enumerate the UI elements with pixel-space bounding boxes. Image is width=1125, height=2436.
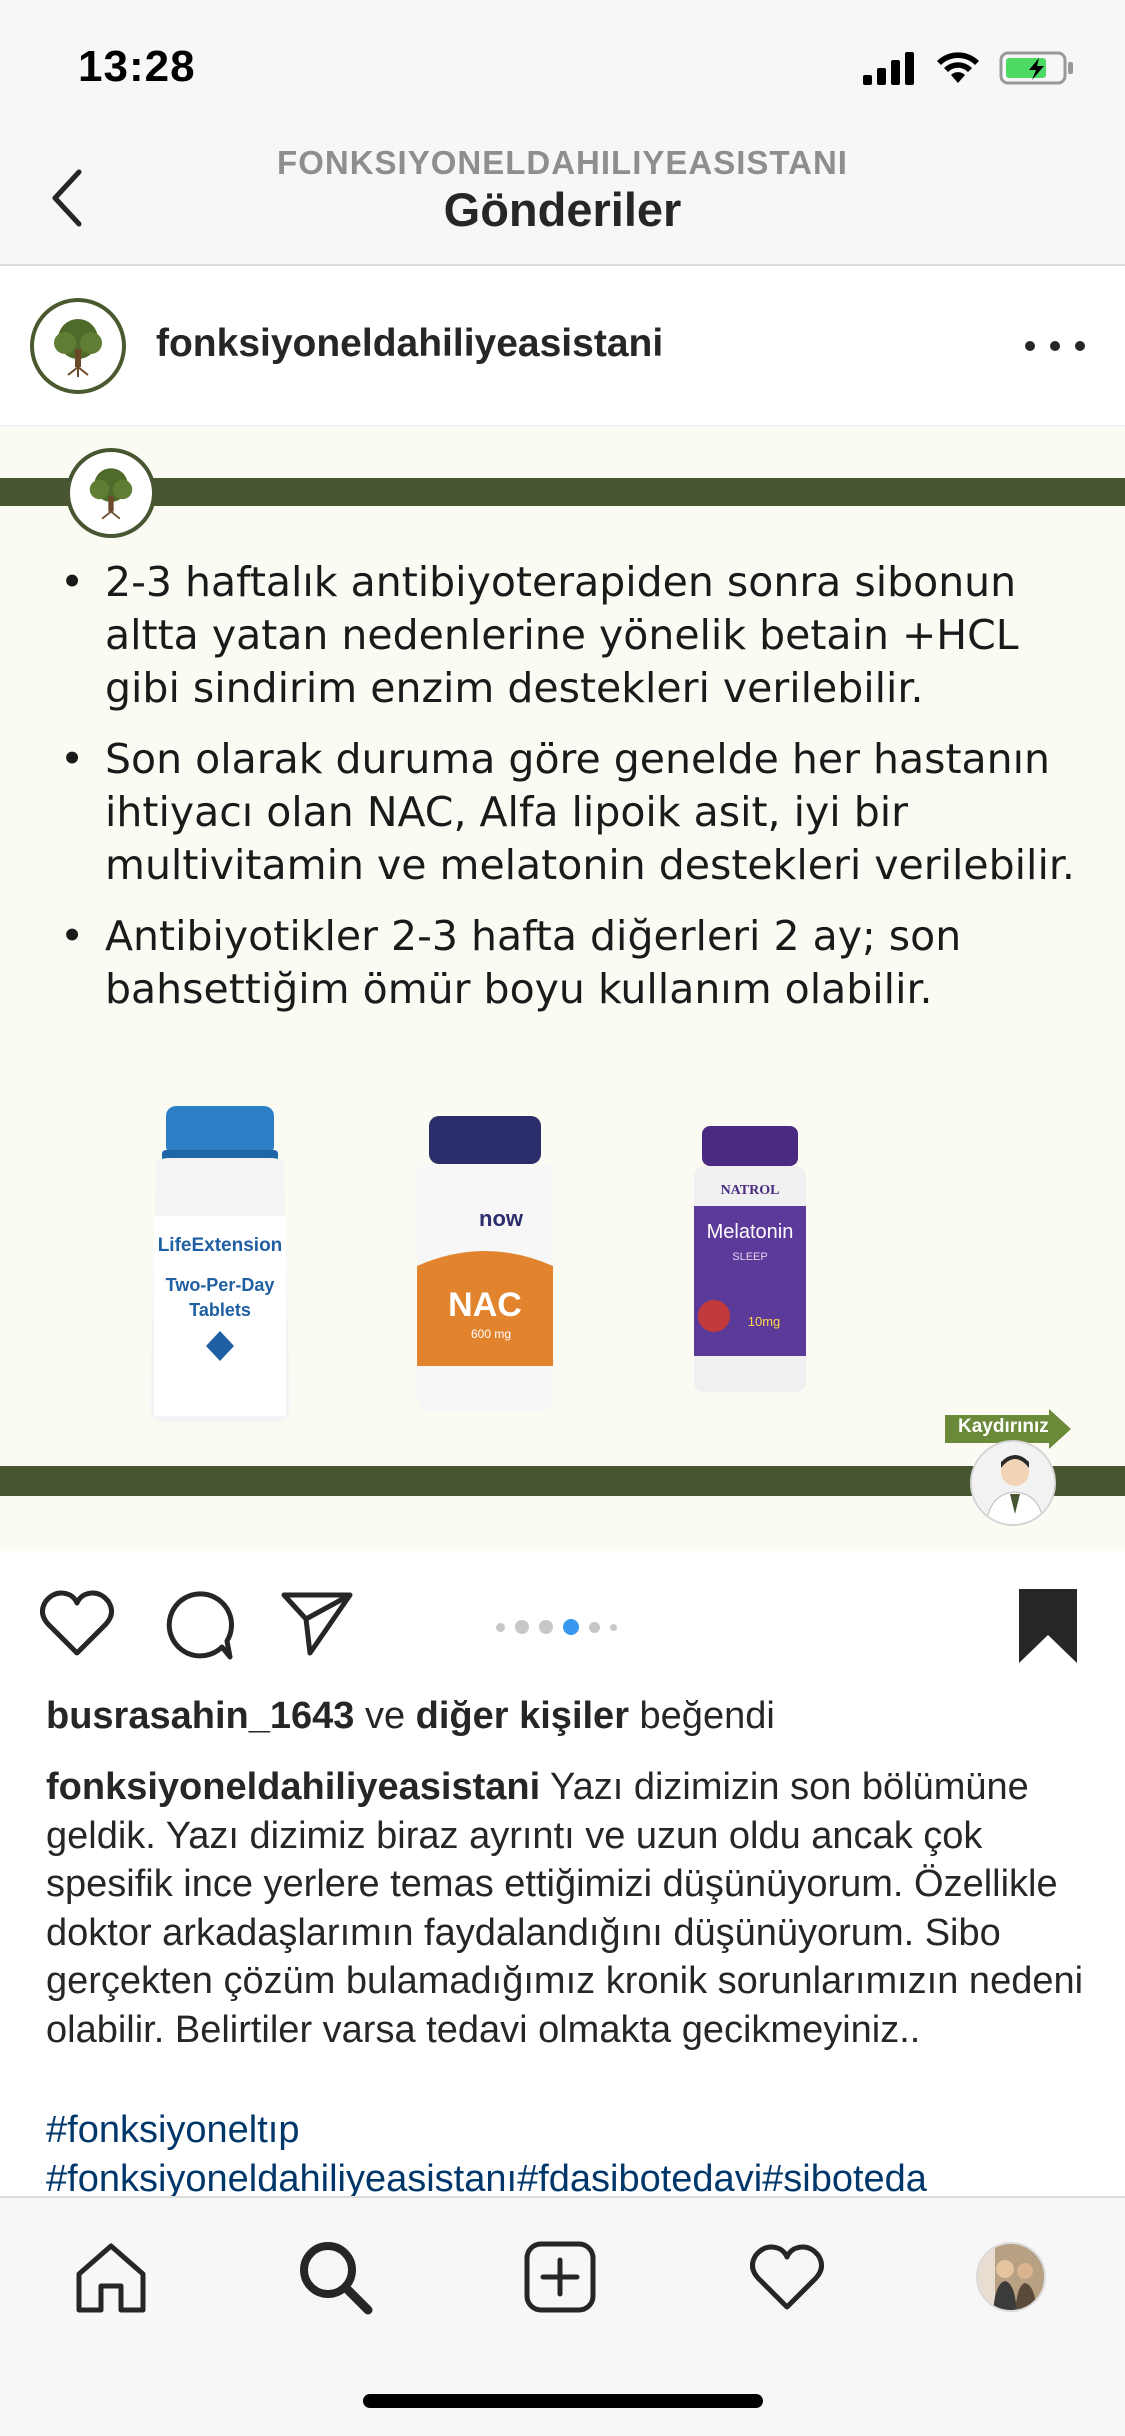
caption-username[interactable]: fonksiyoneldahiliyeasistani <box>46 1766 540 1808</box>
battery-icon <box>999 51 1073 85</box>
bottle-brand-text: NATROL <box>721 1183 780 1198</box>
likes-others-link[interactable]: diğer kişiler <box>416 1695 629 1737</box>
comment-bubble-icon[interactable] <box>162 1589 234 1661</box>
hashtag-link[interactable]: #fonksiyoneltıp <box>46 2106 1125 2155</box>
post-username[interactable]: fonksiyoneldahiliyeasistani <box>156 322 663 366</box>
likes-line[interactable]: busrasahin_1643 ve diğer kişiler beğendi <box>46 1695 775 1738</box>
carousel-dot <box>610 1623 617 1631</box>
profile-avatar <box>976 2242 1046 2312</box>
caption-text: Yazı dizimizin son bölümüne geldik. Yazı… <box>46 1766 1084 2051</box>
slide-bullet-list: 2-3 haftalık antibiyoterapiden sonra sib… <box>60 556 1080 1034</box>
liker-username[interactable]: busrasahin_1643 <box>46 1695 354 1737</box>
slide-bullet: Son olarak duruma göre genelde her hasta… <box>60 733 1080 892</box>
bookmark-icon[interactable] <box>1015 1587 1081 1665</box>
signal-icon <box>863 52 914 85</box>
wifi-icon <box>937 52 979 83</box>
likes-connector: ve <box>354 1695 416 1737</box>
tab-profile[interactable] <box>966 2232 1056 2322</box>
carousel-dot <box>539 1620 553 1634</box>
carousel-dot <box>496 1622 505 1632</box>
new-post-icon <box>524 2241 596 2313</box>
share-send-icon[interactable] <box>280 1589 354 1657</box>
swipe-label: Kaydırınız <box>958 1416 1049 1437</box>
tab-home[interactable] <box>66 2232 156 2322</box>
carousel-indicator <box>496 1619 617 1635</box>
carousel-dot <box>515 1620 529 1634</box>
activity-heart-icon <box>750 2244 824 2310</box>
status-bar: 13:28 <box>0 0 1125 132</box>
like-heart-icon[interactable] <box>40 1589 114 1657</box>
bottle-dose-text: 600 mg <box>471 1327 511 1341</box>
bottle-brand-text: now <box>479 1206 524 1231</box>
post-caption: fonksiyoneldahiliyeasistani Yazı dizimiz… <box>46 1763 1086 2054</box>
lifeextension-bottle-image: LifeExtension Two-Per-Day Tablets <box>150 1106 290 1422</box>
action-bar <box>0 1551 1125 1697</box>
more-options-icon[interactable] <box>1025 326 1085 366</box>
post-header: fonksiyoneldahiliyeasistani <box>0 266 1125 426</box>
slide-band-top <box>0 478 1125 506</box>
bottle-name-text: Melatonin <box>707 1221 794 1243</box>
bottle-brand-text: LifeExtension <box>158 1235 283 1256</box>
tab-search[interactable] <box>290 2232 380 2322</box>
nav-header: FONKSIYONELDAHILIYEASISTANI Gönderiler <box>0 132 1125 266</box>
slide-bullet: 2-3 haftalık antibiyoterapiden sonra sib… <box>60 556 1080 715</box>
tree-logo-icon <box>89 468 133 520</box>
bottle-dose-text: 10mg <box>748 1314 781 1329</box>
home-icon <box>76 2243 146 2313</box>
dot <box>1025 341 1035 351</box>
page-title: Gönderiler <box>443 183 682 236</box>
bottle-name-text: NAC <box>448 1286 522 1324</box>
svg-text:Two-Per-Day: Two-Per-Day <box>166 1275 275 1295</box>
post-author-avatar[interactable] <box>30 298 126 394</box>
search-icon <box>300 2242 373 2315</box>
home-indicator[interactable] <box>363 2394 763 2408</box>
post-image[interactable]: 2-3 haftalık antibiyoterapiden sonra sib… <box>0 426 1125 1551</box>
nac-bottle-image: now NAC 600 mg <box>417 1116 553 1412</box>
doctor-avatar <box>970 1440 1056 1526</box>
carousel-dot <box>589 1621 600 1633</box>
carousel-dot-active <box>563 1619 579 1635</box>
slide-bullet: Antibiyotikler 2-3 hafta diğerleri 2 ay;… <box>60 910 1080 1016</box>
tab-new-post[interactable] <box>515 2232 605 2322</box>
dot <box>1075 341 1085 351</box>
caption-hashtags: #fonksiyoneltıp #fonksiyoneldahiliyeasis… <box>46 2106 1125 2204</box>
slide-logo <box>66 448 156 538</box>
melatonin-bottle-image: NATROL Melatonin SLEEP 10mg <box>694 1126 806 1392</box>
svg-text:Tablets: Tablets <box>189 1300 251 1320</box>
tree-logo-icon <box>54 319 102 377</box>
status-time: 13:28 <box>78 42 196 91</box>
slide-band-bottom <box>0 1466 1125 1496</box>
bottle-sub-text: SLEEP <box>732 1251 767 1263</box>
likes-suffix: beğendi <box>628 1695 775 1737</box>
doctor-illustration-icon <box>972 1442 1054 1524</box>
tab-activity[interactable] <box>742 2232 832 2322</box>
nav-subtitle: FONKSIYONELDAHILIYEASISTANI <box>277 144 848 181</box>
status-icons <box>863 48 1075 88</box>
dot <box>1050 341 1060 351</box>
